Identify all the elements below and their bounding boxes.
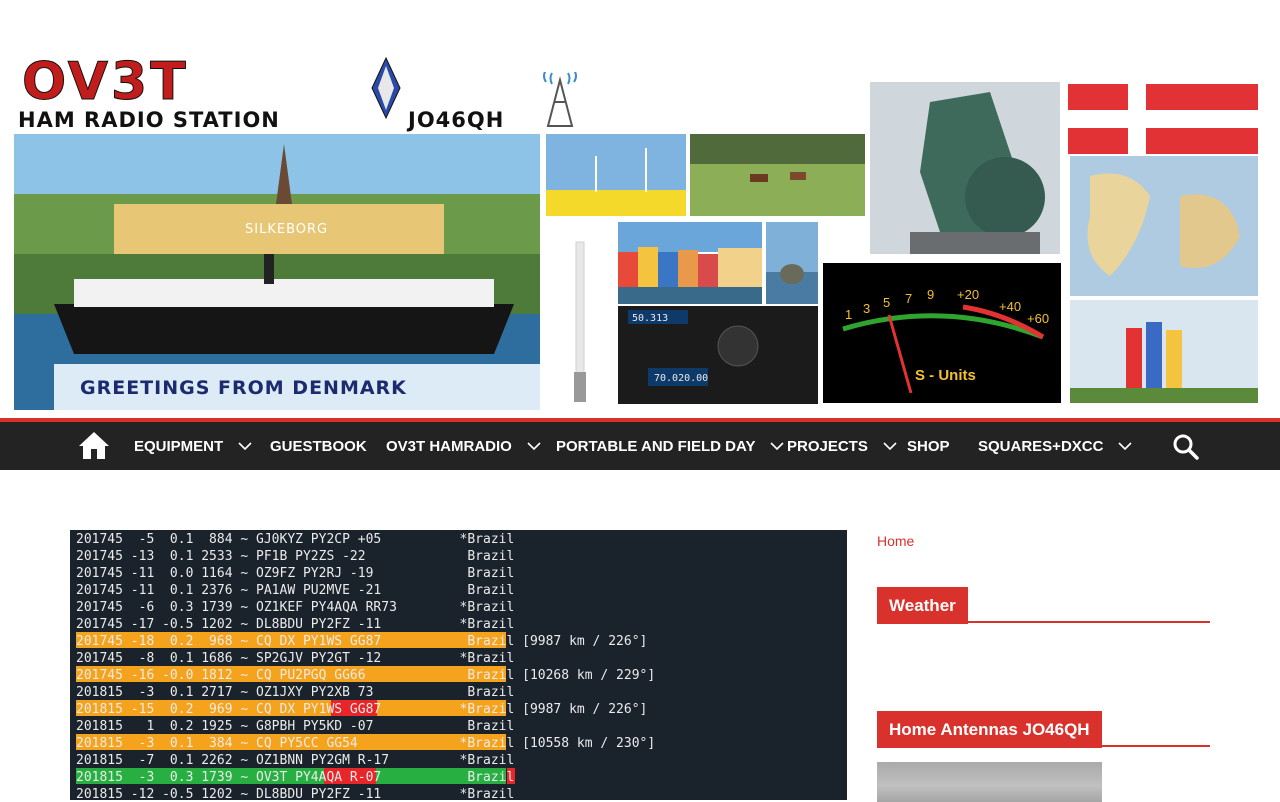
nyhavn-photo xyxy=(618,222,762,304)
decode-line: 201815 -15 0.2 969 ~ CQ DX PY1WS GG87 *B… xyxy=(76,702,648,717)
flag-photo xyxy=(1068,84,1258,154)
nav-item-label: PROJECTS xyxy=(787,437,868,455)
s-meter-scale-label: 9 xyxy=(927,287,934,302)
decode-line: 201815 -12 -0.5 1202 ~ DL8BDU PY2FZ -11 … xyxy=(76,787,515,800)
station-locator: JO46QH xyxy=(408,108,505,132)
nav-item-equipment[interactable]: EQUIPMENT xyxy=(134,422,253,470)
home-icon[interactable] xyxy=(78,430,110,460)
decode-line: 201815 -7 0.1 2262 ~ OZ1BNN PY2GM R-17 *… xyxy=(76,753,515,768)
main-navigation: EQUIPMENT GUESTBOOK OV3T HAMRADIO PORTAB… xyxy=(0,422,1280,470)
decode-line: 201745 -13 0.1 2533 ~ PF1B PY2ZS -22 Bra… xyxy=(76,549,515,564)
nav-item-label: GUESTBOOK xyxy=(270,437,367,455)
town-label: SILKEBORG xyxy=(245,222,329,237)
chevron-down-icon[interactable] xyxy=(769,441,785,451)
denmark-map-photo xyxy=(1070,156,1258,296)
chevron-down-icon[interactable] xyxy=(1117,441,1133,451)
decode-line: 201745 -18 0.2 968 ~ CQ DX PY1WS GG87 Br… xyxy=(76,634,648,649)
decode-line: 201745 -11 0.1 2376 ~ PA1AW PU2MVE -21 B… xyxy=(76,583,515,598)
nav-item-label: OV3T HAMRADIO xyxy=(386,437,512,455)
s-meter-scale-label: +60 xyxy=(1027,311,1049,326)
logo-callsign: OV3T xyxy=(22,52,189,113)
edr-diamond-logo xyxy=(370,56,402,120)
home-antenna-photo[interactable] xyxy=(877,762,1102,802)
decode-line: 201745 -8 0.1 1686 ~ SP2GJV PY2GT -12 *B… xyxy=(76,651,515,666)
header-banner[interactable]: OV3T HAM RADIO STATION JO46QH SILKEBORG … xyxy=(0,0,1280,418)
cows-field-photo xyxy=(690,134,865,216)
decode-line: 201745 -6 0.3 1739 ~ OZ1KEF PY4AQA RR73 … xyxy=(76,600,515,615)
decode-line: 201815 -3 0.1 2717 ~ OZ1JXY PY2XB 73 Bra… xyxy=(76,685,515,700)
decode-line: 201815 1 0.2 1925 ~ G8PBH PY5KD -07 Braz… xyxy=(76,719,515,734)
decode-line: 201745 -11 0.0 1164 ~ OZ9FZ PY2RJ -19 Br… xyxy=(76,566,515,581)
vertical-antenna-photo xyxy=(548,222,614,404)
antenna-tower-icon xyxy=(540,72,580,128)
nav-item-label: PORTABLE AND FIELD DAY xyxy=(556,437,756,455)
breadcrumb-home-link[interactable]: Home xyxy=(877,533,914,549)
s-meter-scale-label: 1 xyxy=(845,307,852,322)
legoland-photo xyxy=(1070,300,1258,403)
nav-item-label: EQUIPMENT xyxy=(134,437,224,455)
widget-divider xyxy=(877,621,1210,623)
chevron-down-icon[interactable] xyxy=(882,441,898,451)
radio-transceiver-photo: 50.313 70.020.00 xyxy=(618,306,818,404)
radio-display-2: 70.020.00 xyxy=(654,373,708,384)
radio-display-1: 50.313 xyxy=(632,313,668,324)
nav-item-label: SQUARES+DXCC xyxy=(978,437,1104,455)
decode-line: 201815 -3 0.1 384 ~ CQ PY5CC GG54 *Brazi… xyxy=(76,736,656,751)
nav-item-label: SHOP xyxy=(907,437,950,455)
widget-divider xyxy=(877,745,1210,747)
s-meter-label: S - Units xyxy=(915,367,976,384)
s-meter-scale-label: +40 xyxy=(999,299,1021,314)
nav-item-portable-field-day[interactable]: PORTABLE AND FIELD DAY xyxy=(556,422,785,470)
widget-title-weather: Weather xyxy=(877,587,968,624)
chevron-down-icon[interactable] xyxy=(237,441,253,451)
nav-item-squares-dxcc[interactable]: SQUARES+DXCC xyxy=(978,422,1133,470)
nav-item-guestbook[interactable]: GUESTBOOK xyxy=(270,422,367,470)
decode-line: 201815 -3 0.3 1739 ~ OV3T PY4AQA R-07 Br… xyxy=(76,770,515,785)
decode-line: 201745 -17 -0.5 1202 ~ DL8BDU PY2FZ -11 … xyxy=(76,617,515,632)
s-meter-scale-label: 5 xyxy=(883,295,890,310)
little-mermaid-photo xyxy=(766,222,818,304)
statue-photo xyxy=(870,82,1060,254)
ft8-decode-screenshot: 201745 -5 0.1 884 ~ GJ0KYZ PY2CP +05 *Br… xyxy=(70,530,847,800)
decode-line: 201745 -16 -0.0 1812 ~ CQ PU2PGQ GG66 Br… xyxy=(76,668,656,683)
decode-line: 201745 -5 0.1 884 ~ GJ0KYZ PY2CP +05 *Br… xyxy=(76,532,515,547)
greeting-caption: GREETINGS FROM DENMARK xyxy=(80,377,407,399)
silkeborg-boat-photo xyxy=(14,134,540,410)
wind-turbines-photo xyxy=(546,134,686,216)
nav-item-shop[interactable]: SHOP xyxy=(907,422,950,470)
s-meter-scale-label: 3 xyxy=(863,301,870,316)
nav-item-projects[interactable]: PROJECTS xyxy=(787,422,898,470)
s-meter-scale-label: +20 xyxy=(957,287,979,302)
station-title: HAM RADIO STATION xyxy=(18,108,280,132)
s-meter-photo: 1 3 5 7 9 +20 +40 +60 S - Units xyxy=(823,263,1061,403)
s-meter-scale-label: 7 xyxy=(905,291,912,306)
nav-item-ov3t-hamradio[interactable]: OV3T HAMRADIO xyxy=(386,422,542,470)
chevron-down-icon[interactable] xyxy=(526,441,542,451)
search-icon[interactable] xyxy=(1172,433,1200,461)
widget-title-home-antennas: Home Antennas JO46QH xyxy=(877,711,1102,748)
